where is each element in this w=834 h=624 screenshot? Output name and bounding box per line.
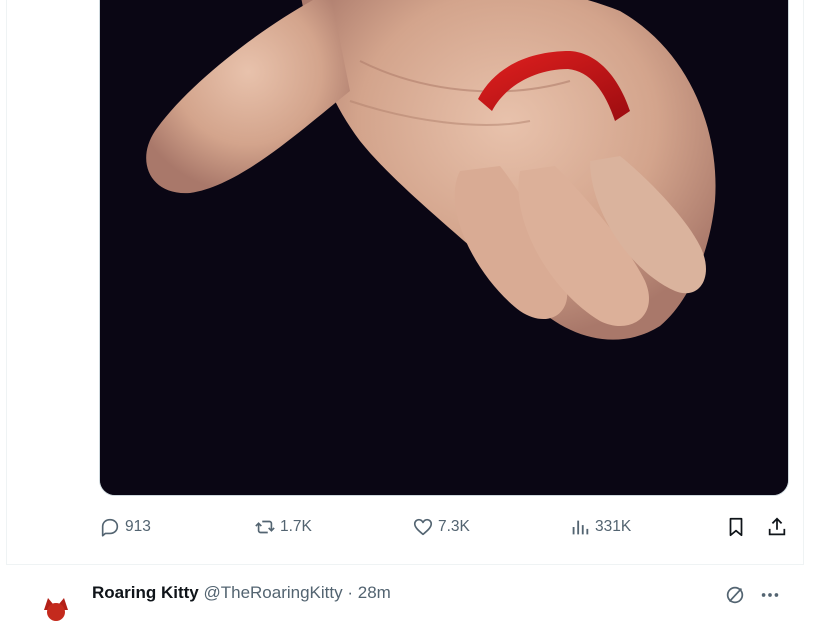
repost-button[interactable]: 1.7K — [254, 510, 312, 544]
author-handle[interactable]: @TheRoaringKitty — [203, 583, 342, 602]
reply-count: 913 — [125, 518, 151, 535]
repost-count: 1.7K — [280, 518, 312, 535]
views-chart-icon — [572, 520, 589, 535]
share-button[interactable] — [766, 510, 792, 544]
avatar[interactable] — [36, 584, 76, 624]
views-button[interactable]: 331K — [569, 510, 631, 544]
tweet-card: 913 1.7K 7.3K 331K — [6, 0, 804, 565]
like-button[interactable]: 7.3K — [412, 510, 470, 544]
avatar-image — [36, 584, 76, 624]
separator-dot: · — [347, 583, 354, 602]
share-icon — [768, 517, 786, 536]
views-count: 331K — [595, 518, 632, 535]
repost-icon — [255, 520, 275, 534]
tweet-author-line: Roaring Kitty @TheRoaringKitty · 28m — [92, 583, 391, 603]
tweet-timestamp[interactable]: 28m — [358, 583, 391, 602]
heart-icon — [413, 518, 433, 536]
next-tweet[interactable]: Roaring Kitty @TheRoaringKitty · 28m — [6, 566, 804, 624]
reply-icon — [101, 518, 119, 537]
more-icon[interactable] — [758, 584, 782, 606]
bookmark-icon — [729, 517, 743, 537]
reply-button[interactable]: 913 — [99, 510, 151, 544]
grok-icon[interactable] — [724, 584, 746, 606]
author-name[interactable]: Roaring Kitty — [92, 583, 199, 602]
bookmark-button[interactable] — [725, 510, 751, 544]
tweet-media-image[interactable] — [99, 0, 789, 496]
hand-holding-red-pill-image — [100, 0, 788, 495]
tweet-action-bar: 913 1.7K 7.3K 331K — [99, 510, 799, 544]
like-count: 7.3K — [438, 518, 470, 535]
